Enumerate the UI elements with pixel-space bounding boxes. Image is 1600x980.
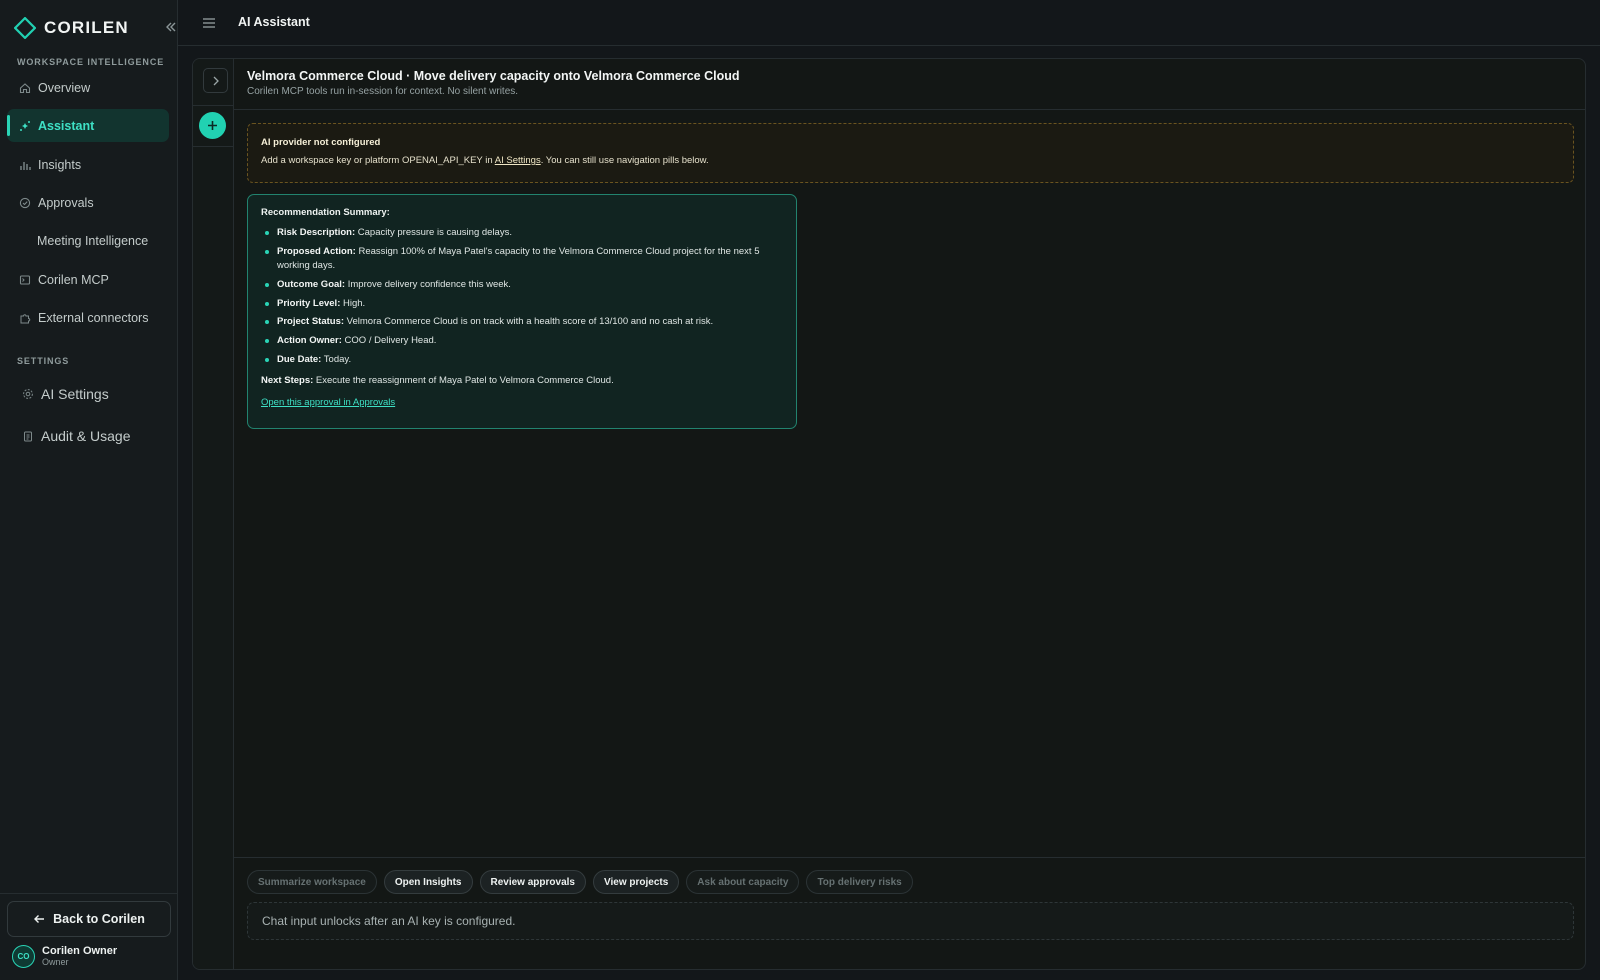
expand-rail-button[interactable] xyxy=(203,68,228,93)
user-profile[interactable]: CO Corilen Owner Owner xyxy=(12,945,117,968)
warning-text-before: Add a workspace key or platform OPENAI_A… xyxy=(261,155,495,166)
sidebar-item-external-connectors[interactable]: External connectors xyxy=(7,301,169,334)
sidebar-item-overview[interactable]: Overview xyxy=(7,71,169,104)
chat-input[interactable]: Chat input unlocks after an AI key is co… xyxy=(247,902,1574,940)
list-item: Outcome Goal: Improve delivery confidenc… xyxy=(261,278,783,293)
chevron-right-icon xyxy=(213,76,219,85)
topbar: AI Assistant xyxy=(178,0,1600,46)
user-role: Owner xyxy=(42,957,69,968)
arrow-left-icon xyxy=(33,914,45,924)
item-value: Today. xyxy=(321,353,352,365)
avatar: CO xyxy=(12,945,35,968)
clipboard-icon xyxy=(21,429,35,443)
warning-text-after: . You can still use navigation pills bel… xyxy=(540,155,709,166)
sidebar-item-label: Assistant xyxy=(38,118,95,133)
next-steps-value: Execute the reassignment of Maya Patel t… xyxy=(313,375,614,387)
sidebar-item-corilen-mcp[interactable]: Corilen MCP xyxy=(7,263,169,296)
sidebar-item-label: AI Settings xyxy=(41,385,109,402)
item-key: Action Owner: xyxy=(277,334,342,346)
logo-diamond-icon xyxy=(14,17,36,39)
sidebar-item-label: Corilen MCP xyxy=(38,272,109,287)
item-value: High. xyxy=(340,297,366,309)
pill-review-approvals[interactable]: Review approvals xyxy=(479,870,586,894)
sidebar-item-label: Overview xyxy=(38,80,91,95)
list-item: Due Date: Today. xyxy=(261,353,783,368)
gear-icon xyxy=(21,387,35,401)
list-item: Action Owner: COO / Delivery Head. xyxy=(261,334,783,349)
item-key: Proposed Action: xyxy=(277,245,356,257)
rail-divider xyxy=(193,105,234,106)
sidebar-item-meeting-intelligence[interactable]: Meeting Intelligence xyxy=(7,224,169,257)
user-name: Corilen Owner xyxy=(42,945,118,957)
next-steps-key: Next Steps: xyxy=(261,375,314,387)
list-item: Risk Description: Capacity pressure is c… xyxy=(261,226,783,241)
sidebar-item-label: Meeting Intelligence xyxy=(37,233,149,248)
navigation-pills: Summarize workspace Open Insights Review… xyxy=(247,870,920,894)
sidebar-item-label: Audit & Usage xyxy=(41,427,131,444)
page-title: AI Assistant xyxy=(238,15,310,29)
warning-text: Add a workspace key or platform OPENAI_A… xyxy=(261,155,1560,166)
item-key: Project Status: xyxy=(277,316,345,328)
pill-view-projects[interactable]: View projects xyxy=(592,870,680,894)
composer-divider xyxy=(234,857,1585,858)
puzzle-icon xyxy=(18,311,32,325)
check-circle-icon xyxy=(18,196,32,210)
sidebar-item-label: Insights xyxy=(38,157,82,172)
item-value: Improve delivery confidence this week. xyxy=(345,278,511,290)
sidebar: CORILEN WORKSPACE INTELLIGENCE Overview … xyxy=(0,0,178,980)
ai-settings-link[interactable]: AI Settings xyxy=(495,155,541,166)
pill-ask-about-capacity[interactable]: Ask about capacity xyxy=(686,870,800,894)
chat-title: Velmora Commerce Cloud · Move delivery c… xyxy=(247,69,740,83)
item-key: Priority Level: xyxy=(277,297,341,309)
sidebar-item-label: Approvals xyxy=(38,195,94,210)
item-value: Velmora Commerce Cloud is on track with … xyxy=(344,316,714,328)
brand-name: CORILEN xyxy=(44,18,129,37)
plus-icon xyxy=(208,121,217,130)
conversation-rail xyxy=(193,59,234,969)
assistant-panel: Velmora Commerce Cloud · Move delivery c… xyxy=(192,58,1586,970)
provider-warning-banner: AI provider not configured Add a workspa… xyxy=(247,123,1574,183)
hamburger-menu-icon[interactable] xyxy=(202,16,216,28)
list-item: Proposed Action: Reassign 100% of Maya P… xyxy=(261,245,783,274)
new-chat-button[interactable] xyxy=(199,112,226,139)
sidebar-item-audit-usage[interactable]: Audit & Usage xyxy=(7,419,169,452)
sidebar-item-approvals[interactable]: Approvals xyxy=(7,186,169,219)
collapse-sidebar-icon[interactable] xyxy=(165,20,179,36)
recommendation-list: Risk Description: Capacity pressure is c… xyxy=(261,226,783,367)
pill-open-insights[interactable]: Open Insights xyxy=(383,870,473,894)
recommendation-card: Recommendation Summary: Risk Description… xyxy=(247,194,797,429)
pill-top-delivery-risks[interactable]: Top delivery risks xyxy=(806,870,913,894)
sidebar-item-label: External connectors xyxy=(38,310,149,325)
open-approval-link[interactable]: Open this approval in Approvals xyxy=(261,397,783,408)
brand[interactable]: CORILEN xyxy=(14,17,129,39)
section-label-settings: SETTINGS xyxy=(17,356,70,366)
pill-summarize-workspace[interactable]: Summarize workspace xyxy=(247,870,377,894)
back-button-label: Back to Corilen xyxy=(53,912,145,926)
recommendation-heading: Recommendation Summary: xyxy=(261,207,390,218)
rail-divider xyxy=(193,146,234,147)
list-item: Project Status: Velmora Commerce Cloud i… xyxy=(261,315,783,330)
back-to-corilen-button[interactable]: Back to Corilen xyxy=(7,901,171,937)
sidebar-item-ai-settings[interactable]: AI Settings xyxy=(7,377,169,410)
list-item: Priority Level: High. xyxy=(261,297,783,312)
item-value: Capacity pressure is causing delays. xyxy=(355,227,512,238)
home-icon xyxy=(18,81,32,95)
item-key: Due Date: xyxy=(277,353,322,365)
bar-chart-icon xyxy=(18,158,32,172)
sidebar-item-insights[interactable]: Insights xyxy=(7,148,169,181)
next-steps: Next Steps: Execute the reassignment of … xyxy=(261,375,783,386)
section-label-workspace: WORKSPACE INTELLIGENCE xyxy=(17,57,165,67)
item-key: Outcome Goal: xyxy=(277,278,346,290)
sidebar-item-assistant[interactable]: Assistant xyxy=(7,109,169,142)
item-key: Risk Description: xyxy=(277,227,356,238)
terminal-icon xyxy=(18,273,32,287)
warning-title: AI provider not configured xyxy=(261,137,381,148)
item-value: COO / Delivery Head. xyxy=(341,334,437,346)
sparkle-icon xyxy=(18,119,32,133)
chat-header: Velmora Commerce Cloud · Move delivery c… xyxy=(234,59,1585,110)
sidebar-divider xyxy=(0,893,178,894)
chat-subtitle: Corilen MCP tools run in-session for con… xyxy=(247,86,519,97)
